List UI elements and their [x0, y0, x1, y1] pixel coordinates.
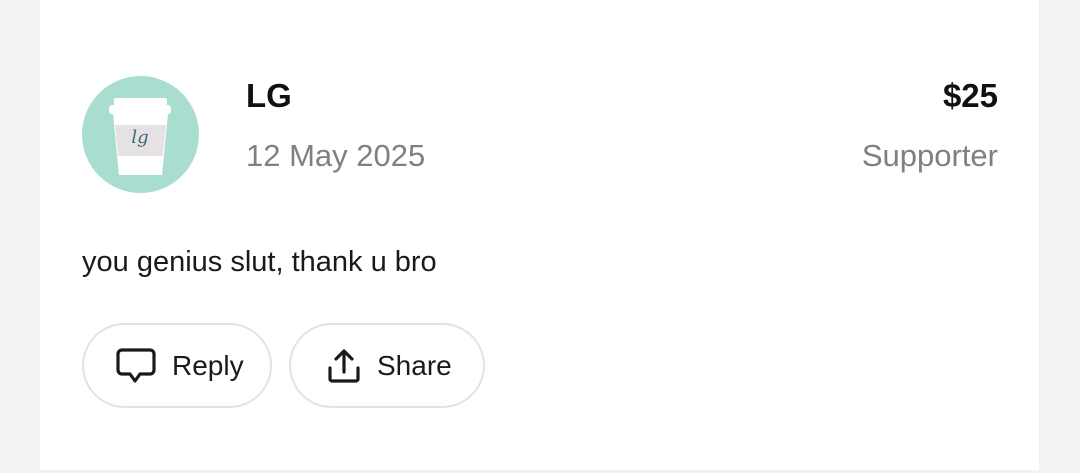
reply-button[interactable]: Reply	[82, 323, 272, 408]
author-name: LG	[246, 77, 292, 114]
avatar[interactable]: lg	[82, 76, 199, 193]
donation-amount: $25	[942, 77, 998, 114]
share-icon	[327, 348, 361, 384]
coffee-cup-icon: lg	[109, 98, 171, 175]
supporter-tier: Supporter	[861, 138, 998, 173]
speech-bubble-icon	[116, 347, 156, 385]
share-button[interactable]: Share	[289, 323, 485, 408]
comment-date: 12 May 2025	[246, 138, 426, 173]
comment-message: you genius slut, thank u bro	[82, 246, 437, 278]
comment-card: lg LG 12 May 2025 $25 Supporter you geni…	[40, 0, 1039, 470]
share-label: Share	[377, 349, 452, 381]
reply-label: Reply	[172, 349, 244, 381]
avatar-text: lg	[131, 127, 148, 148]
